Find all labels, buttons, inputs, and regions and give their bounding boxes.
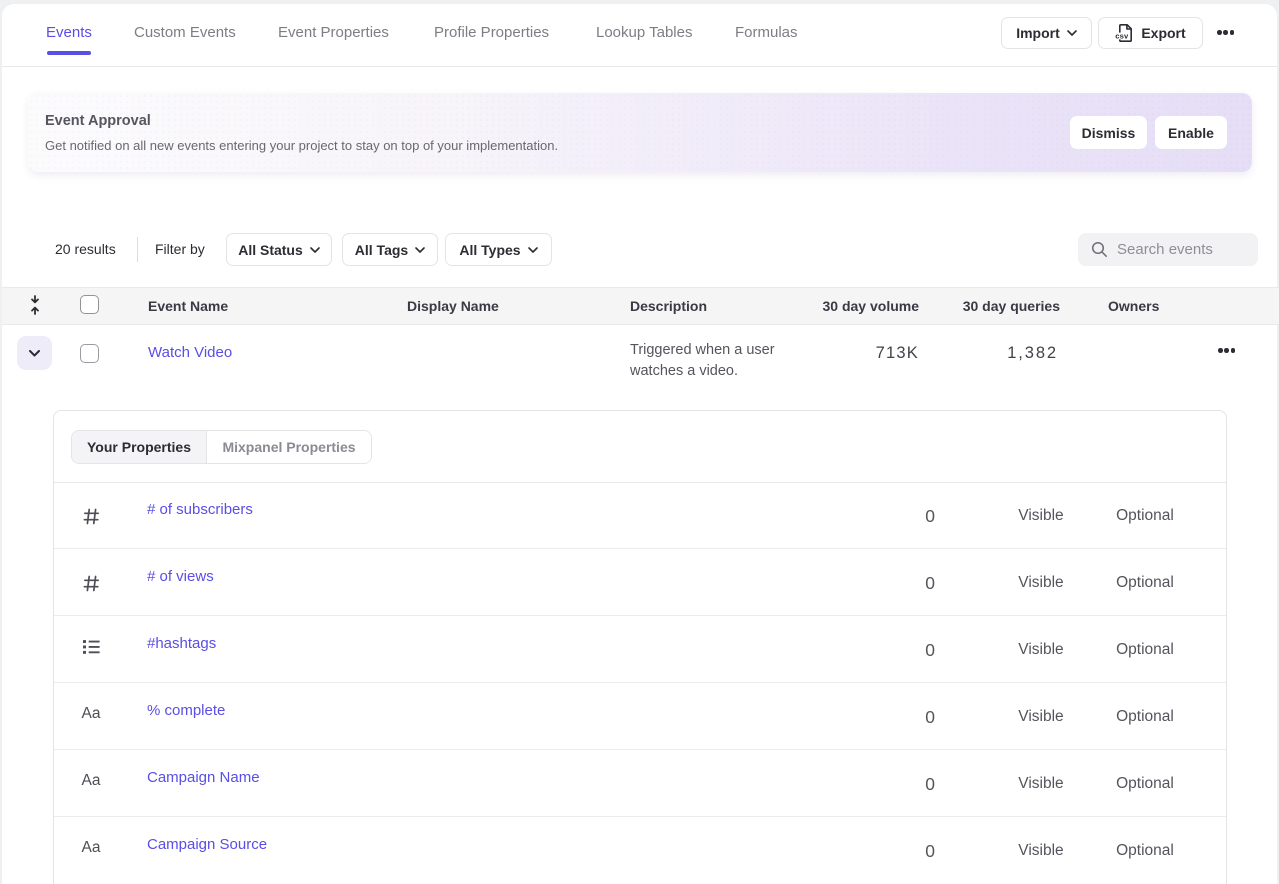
- svg-text:csv: csv: [1116, 32, 1130, 41]
